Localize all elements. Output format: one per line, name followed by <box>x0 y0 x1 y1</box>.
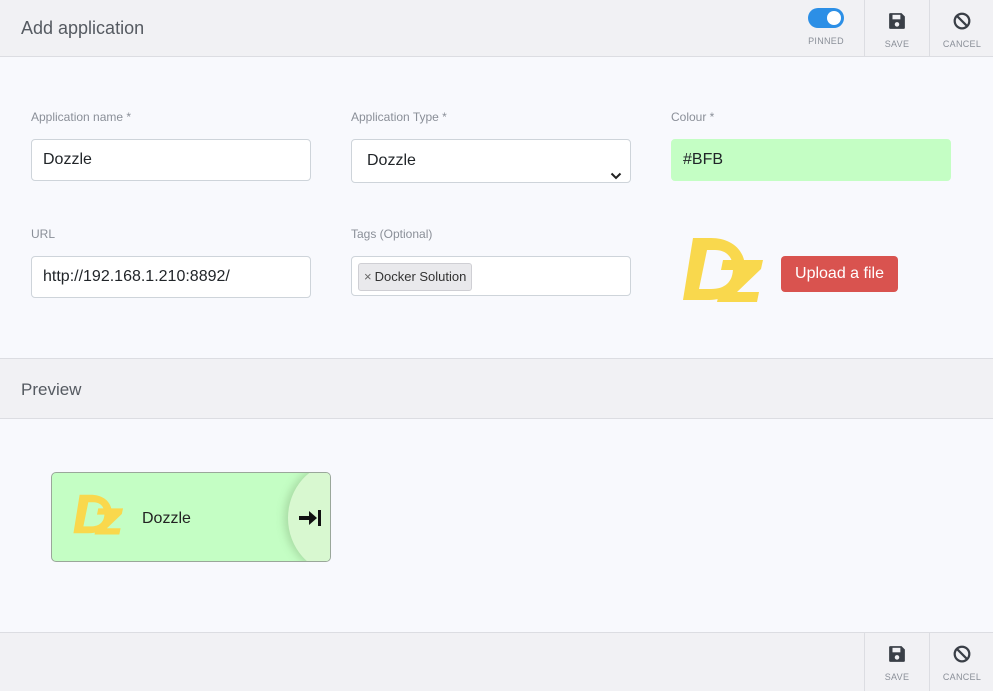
footer-save-label: SAVE <box>884 672 910 682</box>
colour-label: Colour * <box>671 110 715 124</box>
tags-input[interactable]: × Docker Solution <box>351 256 631 296</box>
app-name-label: Application name * <box>31 110 132 124</box>
tags-label: Tags (Optional) <box>351 227 433 241</box>
preview-header: Preview <box>0 358 993 419</box>
dozzle-logo-icon <box>73 494 124 535</box>
cancel-icon <box>930 12 993 35</box>
pinned-label: PINNED <box>808 36 844 46</box>
chevron-down-icon <box>610 156 622 198</box>
bottom-bar: SAVE CANCEL <box>0 632 993 691</box>
card-app-name: Dozzle <box>142 510 191 527</box>
top-bar: Add application PINNED SAVE CANCEL <box>0 0 993 57</box>
url-label: URL <box>31 227 56 241</box>
arrow-to-right-icon[interactable] <box>298 508 322 533</box>
dozzle-logo-icon <box>683 238 763 302</box>
app-logo-preview <box>671 230 771 313</box>
tag-label: Docker Solution <box>374 269 467 284</box>
tag-chip: × Docker Solution <box>358 263 473 291</box>
card-logo <box>66 489 128 544</box>
footer-cancel-button[interactable]: CANCEL <box>929 633 993 691</box>
footer-save-button[interactable]: SAVE <box>864 633 929 691</box>
cancel-icon <box>930 645 993 668</box>
toggle-switch[interactable] <box>808 8 844 28</box>
remove-tag-icon[interactable]: × <box>364 269 372 284</box>
save-label: SAVE <box>884 39 910 49</box>
pinned-toggle[interactable]: PINNED <box>800 8 852 46</box>
app-preview-card[interactable]: Dozzle <box>51 472 331 562</box>
app-name-input[interactable]: Dozzle <box>31 139 311 181</box>
app-type-label: Application Type * <box>351 110 447 124</box>
toggle-knob <box>827 11 841 25</box>
colour-input[interactable]: #BFB <box>671 139 951 181</box>
save-button[interactable]: SAVE <box>864 0 929 56</box>
save-icon <box>865 645 929 668</box>
app-type-value: Dozzle <box>367 152 416 169</box>
page-title: Add application <box>21 18 145 38</box>
upload-file-button[interactable]: Upload a file <box>781 256 898 292</box>
url-input[interactable]: http://192.168.1.210:8892/ <box>31 256 311 298</box>
footer-cancel-label: CANCEL <box>942 672 982 682</box>
cancel-label: CANCEL <box>942 39 982 49</box>
cancel-button[interactable]: CANCEL <box>929 0 993 56</box>
app-type-select[interactable]: Dozzle <box>351 139 631 183</box>
save-icon <box>865 12 929 35</box>
preview-title: Preview <box>21 380 82 399</box>
